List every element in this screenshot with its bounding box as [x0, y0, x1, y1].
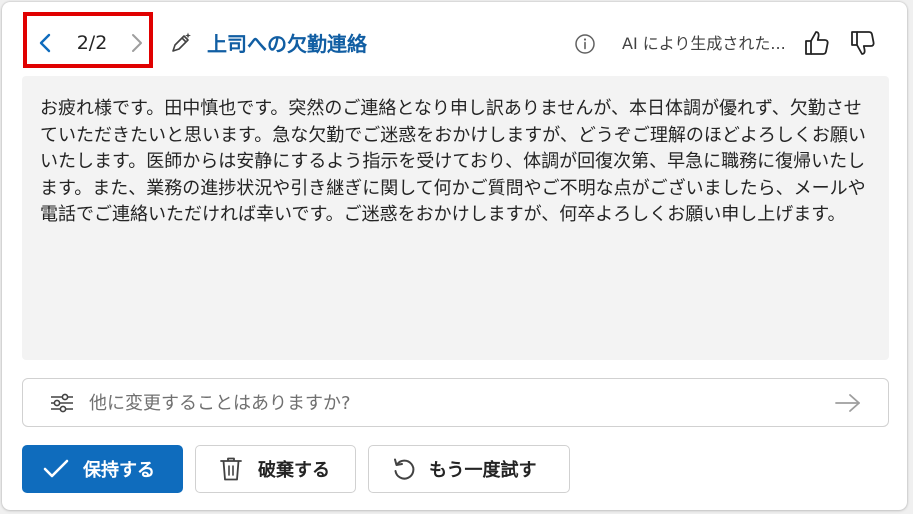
thumbs-down-icon — [851, 31, 875, 55]
discard-button-label: 破棄する — [258, 460, 330, 481]
copilot-draft-card: 2/2 上司への欠勤連絡 AI により生成された... お疲れ様です。田中慎也で… — [2, 2, 907, 510]
draft-title: 上司への欠勤連絡 — [207, 32, 367, 56]
draft-navigation-highlight — [23, 12, 153, 68]
refine-prompt-box — [22, 378, 889, 427]
dislike-button[interactable] — [846, 26, 880, 60]
refine-prompt-input[interactable] — [89, 385, 809, 421]
thumbs-up-icon — [805, 31, 829, 55]
pen-sparkle-icon — [168, 30, 194, 56]
discard-button[interactable]: 破棄する — [195, 445, 356, 493]
draft-body: お疲れ様です。田中慎也です。突然のご連絡となり申し訳ありませんが、本日体調が優れ… — [22, 76, 889, 360]
retry-button[interactable]: もう一度試す — [368, 445, 570, 493]
sliders-icon[interactable] — [49, 391, 75, 415]
retry-button-label: もう一度試す — [429, 460, 537, 481]
like-button[interactable] — [800, 26, 834, 60]
send-button[interactable] — [833, 390, 863, 416]
draft-body-text: お疲れ様です。田中慎也です。突然のご連絡となり申し訳ありませんが、本日体調が優れ… — [40, 98, 866, 225]
checkmark-icon — [41, 454, 71, 484]
keep-button-label: 保持する — [83, 460, 155, 481]
keep-button[interactable]: 保持する — [22, 445, 183, 493]
retry-icon — [389, 454, 419, 484]
arrow-right-icon — [835, 394, 860, 412]
ai-generated-label: AI により生成された... — [622, 34, 786, 53]
trash-icon — [216, 454, 246, 484]
info-icon[interactable] — [574, 33, 596, 55]
